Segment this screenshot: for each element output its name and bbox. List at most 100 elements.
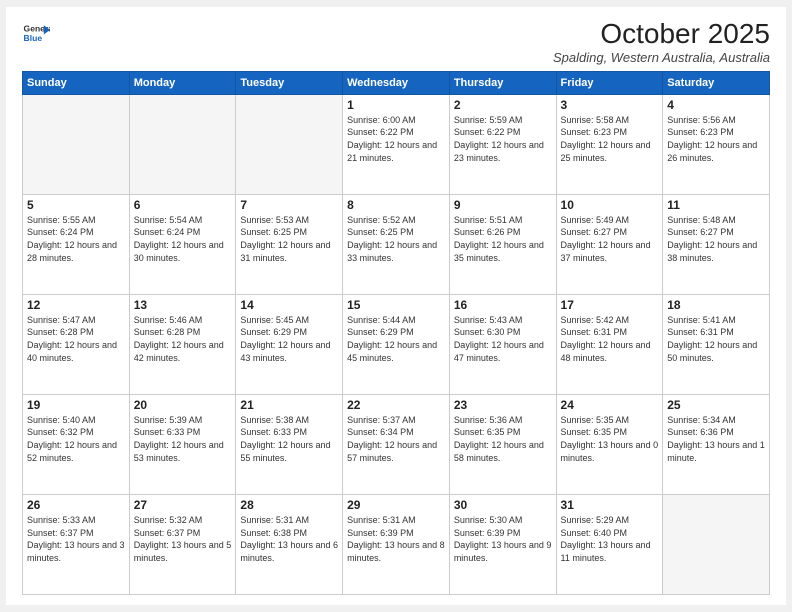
calendar-cell: 14 Sunrise: 5:45 AM Sunset: 6:29 PM Dayli… xyxy=(236,294,343,394)
day-info: Sunrise: 5:54 AM Sunset: 6:24 PM Dayligh… xyxy=(134,214,232,264)
calendar-cell: 13Sunrise: 5:46 AM Sunset: 6:28 PM Dayli… xyxy=(129,294,236,394)
calendar-cell: 6 Sunrise: 5:54 AM Sunset: 6:24 PM Daylig… xyxy=(129,194,236,294)
calendar-cell: 30 Sunrise: 5:30 AM Sunset: 6:39 PM Dayli… xyxy=(449,494,556,594)
calendar-cell: 1 Sunrise: 6:00 AM Sunset: 6:22 PM Daylig… xyxy=(343,94,450,194)
logo-icon: General Blue xyxy=(22,19,50,47)
day-info: Sunrise: 5:45 AM Sunset: 6:29 PM Dayligh… xyxy=(240,314,338,364)
day-info: Sunrise: 5:49 AM Sunset: 6:27 PM Dayligh… xyxy=(561,214,659,264)
day-number: 19 xyxy=(27,398,125,412)
calendar-cell xyxy=(236,94,343,194)
day-number: 17 xyxy=(561,298,659,312)
day-number: 27 xyxy=(134,498,232,512)
day-info: Sunrise: 5:37 AM Sunset: 6:34 PM Dayligh… xyxy=(347,414,445,464)
calendar-cell: 8 Sunrise: 5:52 AM Sunset: 6:25 PM Daylig… xyxy=(343,194,450,294)
calendar-week-1: 1 Sunrise: 6:00 AM Sunset: 6:22 PM Daylig… xyxy=(23,94,770,194)
calendar-header-wednesday: Wednesday xyxy=(343,71,450,94)
day-number: 14 xyxy=(240,298,338,312)
calendar-header-friday: Friday xyxy=(556,71,663,94)
calendar-cell: 23 Sunrise: 5:36 AM Sunset: 6:35 PM Dayli… xyxy=(449,394,556,494)
calendar-week-4: 19 Sunrise: 5:40 AM Sunset: 6:32 PM Dayli… xyxy=(23,394,770,494)
day-info: Sunrise: 5:33 AM Sunset: 6:37 PM Dayligh… xyxy=(27,514,125,564)
day-number: 21 xyxy=(240,398,338,412)
calendar-cell: 27 Sunrise: 5:32 AM Sunset: 6:37 PM Dayli… xyxy=(129,494,236,594)
day-info: Sunrise: 5:58 AM Sunset: 6:23 PM Dayligh… xyxy=(561,114,659,164)
day-number: 20 xyxy=(134,398,232,412)
day-info: Sunrise: 5:55 AM Sunset: 6:24 PM Dayligh… xyxy=(27,214,125,264)
day-number: 23 xyxy=(454,398,552,412)
day-info: Sunrise: 5:48 AM Sunset: 6:27 PM Dayligh… xyxy=(667,214,765,264)
calendar-header-thursday: Thursday xyxy=(449,71,556,94)
calendar-table: SundayMondayTuesdayWednesdayThursdayFrid… xyxy=(22,71,770,595)
day-number: 15 xyxy=(347,298,445,312)
day-info: Sunrise: 5:38 AM Sunset: 6:33 PM Dayligh… xyxy=(240,414,338,464)
day-number: 10 xyxy=(561,198,659,212)
svg-text:Blue: Blue xyxy=(24,33,43,43)
day-info: Sunrise: 5:35 AM Sunset: 6:35 PM Dayligh… xyxy=(561,414,659,464)
day-number: 25 xyxy=(667,398,765,412)
day-number: 24 xyxy=(561,398,659,412)
calendar-cell: 29 Sunrise: 5:31 AM Sunset: 6:39 PM Dayli… xyxy=(343,494,450,594)
calendar-header-saturday: Saturday xyxy=(663,71,770,94)
calendar-header-tuesday: Tuesday xyxy=(236,71,343,94)
calendar-cell: 15 Sunrise: 5:44 AM Sunset: 6:29 PM Dayli… xyxy=(343,294,450,394)
calendar-cell: 24 Sunrise: 5:35 AM Sunset: 6:35 PM Dayli… xyxy=(556,394,663,494)
calendar-cell: 25 Sunrise: 5:34 AM Sunset: 6:36 PM Dayli… xyxy=(663,394,770,494)
day-info: Sunrise: 5:46 AM Sunset: 6:28 PM Dayligh… xyxy=(134,314,232,364)
location: Spalding, Western Australia, Australia xyxy=(553,50,770,65)
day-info: Sunrise: 5:56 AM Sunset: 6:23 PM Dayligh… xyxy=(667,114,765,164)
day-info: Sunrise: 5:30 AM Sunset: 6:39 PM Dayligh… xyxy=(454,514,552,564)
day-number: 22 xyxy=(347,398,445,412)
day-number: 6 xyxy=(134,198,232,212)
logo: General Blue xyxy=(22,19,50,47)
day-info: Sunrise: 5:39 AM Sunset: 6:33 PM Dayligh… xyxy=(134,414,232,464)
day-info: Sunrise: 5:31 AM Sunset: 6:39 PM Dayligh… xyxy=(347,514,445,564)
calendar-week-3: 12Sunrise: 5:47 AM Sunset: 6:28 PM Dayli… xyxy=(23,294,770,394)
day-number: 5 xyxy=(27,198,125,212)
calendar-cell: 11 Sunrise: 5:48 AM Sunset: 6:27 PM Dayli… xyxy=(663,194,770,294)
day-info: Sunrise: 5:43 AM Sunset: 6:30 PM Dayligh… xyxy=(454,314,552,364)
day-info: Sunrise: 5:32 AM Sunset: 6:37 PM Dayligh… xyxy=(134,514,232,564)
day-info: Sunrise: 5:29 AM Sunset: 6:40 PM Dayligh… xyxy=(561,514,659,564)
calendar-header-row: SundayMondayTuesdayWednesdayThursdayFrid… xyxy=(23,71,770,94)
calendar-cell: 10 Sunrise: 5:49 AM Sunset: 6:27 PM Dayli… xyxy=(556,194,663,294)
calendar-cell xyxy=(129,94,236,194)
calendar-cell: 22 Sunrise: 5:37 AM Sunset: 6:34 PM Dayli… xyxy=(343,394,450,494)
day-number: 4 xyxy=(667,98,765,112)
calendar-cell: 12Sunrise: 5:47 AM Sunset: 6:28 PM Dayli… xyxy=(23,294,130,394)
day-number: 1 xyxy=(347,98,445,112)
calendar-cell: 9Sunrise: 5:51 AM Sunset: 6:26 PM Daylig… xyxy=(449,194,556,294)
day-number: 2 xyxy=(454,98,552,112)
calendar-cell: 18Sunrise: 5:41 AM Sunset: 6:31 PM Dayli… xyxy=(663,294,770,394)
day-number: 8 xyxy=(347,198,445,212)
day-info: Sunrise: 5:31 AM Sunset: 6:38 PM Dayligh… xyxy=(240,514,338,564)
calendar-cell: 26 Sunrise: 5:33 AM Sunset: 6:37 PM Dayli… xyxy=(23,494,130,594)
day-number: 30 xyxy=(454,498,552,512)
day-number: 11 xyxy=(667,198,765,212)
day-info: Sunrise: 5:52 AM Sunset: 6:25 PM Dayligh… xyxy=(347,214,445,264)
day-info: Sunrise: 5:59 AM Sunset: 6:22 PM Dayligh… xyxy=(454,114,552,164)
calendar-cell: 28Sunrise: 5:31 AM Sunset: 6:38 PM Dayli… xyxy=(236,494,343,594)
day-info: Sunrise: 5:42 AM Sunset: 6:31 PM Dayligh… xyxy=(561,314,659,364)
day-number: 9 xyxy=(454,198,552,212)
calendar-cell: 4 Sunrise: 5:56 AM Sunset: 6:23 PM Daylig… xyxy=(663,94,770,194)
day-info: Sunrise: 5:36 AM Sunset: 6:35 PM Dayligh… xyxy=(454,414,552,464)
day-info: Sunrise: 5:44 AM Sunset: 6:29 PM Dayligh… xyxy=(347,314,445,364)
day-info: Sunrise: 5:34 AM Sunset: 6:36 PM Dayligh… xyxy=(667,414,765,464)
day-number: 29 xyxy=(347,498,445,512)
day-info: Sunrise: 5:53 AM Sunset: 6:25 PM Dayligh… xyxy=(240,214,338,264)
header: General Blue October 2025 Spalding, West… xyxy=(22,19,770,65)
page: General Blue October 2025 Spalding, West… xyxy=(6,7,786,605)
calendar-header-monday: Monday xyxy=(129,71,236,94)
calendar-cell: 3Sunrise: 5:58 AM Sunset: 6:23 PM Daylig… xyxy=(556,94,663,194)
calendar-cell: 17 Sunrise: 5:42 AM Sunset: 6:31 PM Dayli… xyxy=(556,294,663,394)
calendar-cell: 7Sunrise: 5:53 AM Sunset: 6:25 PM Daylig… xyxy=(236,194,343,294)
day-number: 26 xyxy=(27,498,125,512)
day-number: 16 xyxy=(454,298,552,312)
calendar-cell: 19 Sunrise: 5:40 AM Sunset: 6:32 PM Dayli… xyxy=(23,394,130,494)
calendar-cell: 16 Sunrise: 5:43 AM Sunset: 6:30 PM Dayli… xyxy=(449,294,556,394)
day-info: Sunrise: 5:40 AM Sunset: 6:32 PM Dayligh… xyxy=(27,414,125,464)
day-number: 31 xyxy=(561,498,659,512)
day-info: Sunrise: 6:00 AM Sunset: 6:22 PM Dayligh… xyxy=(347,114,445,164)
calendar-week-5: 26 Sunrise: 5:33 AM Sunset: 6:37 PM Dayli… xyxy=(23,494,770,594)
calendar-cell xyxy=(23,94,130,194)
